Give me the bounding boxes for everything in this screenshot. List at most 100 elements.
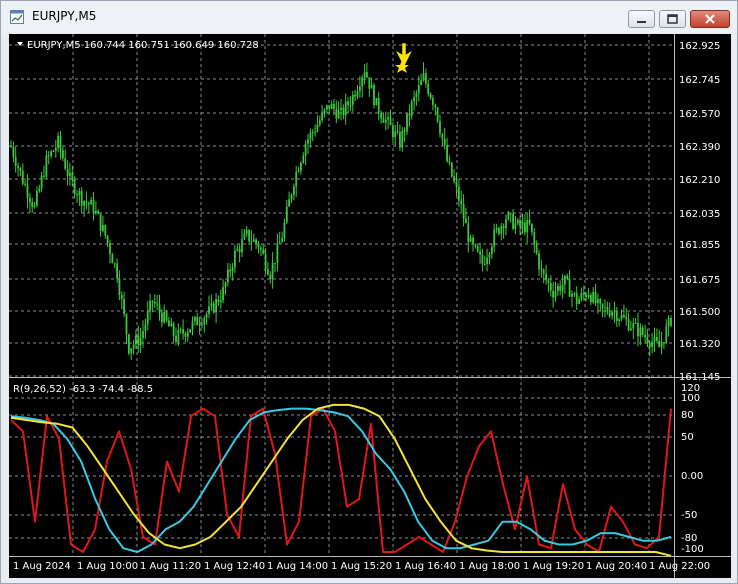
candle-body [382,118,385,123]
candle-body [538,253,540,269]
candle-body [394,131,397,137]
price-tick: 162.210 [679,175,720,186]
candle-body [158,304,161,313]
candle-body [85,201,88,203]
candle-body [95,210,97,213]
candle-body [507,213,510,220]
indicator-axis[interactable]: 120 100 80 50 0.00 -50 -80 -100 [681,383,704,555]
candle-body [80,191,83,206]
candle-body [217,299,220,303]
candle-body [184,333,187,337]
candle-body [599,299,602,304]
candle-body [644,334,646,338]
candle-body [120,295,123,299]
price-tick: 161.855 [679,240,720,251]
candle-body [285,206,288,223]
candle-body [408,113,411,116]
candle-body [227,269,229,283]
candle-body [387,117,389,120]
candle-body [436,107,439,122]
candle-body [502,226,505,229]
time-tick: 1 Aug 11:20 [140,561,201,572]
candle-body [557,285,559,291]
indicator-tick: 0.00 [681,471,703,482]
candle-body [62,150,64,159]
candle-body [540,268,543,270]
candle-body [354,94,356,97]
candle-body [156,303,158,305]
candle-body [323,109,326,113]
candle-body [271,262,274,279]
candle-body [344,101,347,116]
candle-body [123,299,125,315]
candle-body [545,273,547,281]
candle-body [450,162,453,177]
candle-body [458,186,460,201]
candle-body [144,324,147,332]
title-bar[interactable]: EURJPY,M5 [1,1,737,33]
candle-body [116,263,118,279]
candle-body [243,233,246,240]
close-icon [705,14,715,24]
time-axis[interactable]: 1 Aug 2024 1 Aug 10:00 1 Aug 11:20 1 Aug… [13,561,710,572]
candle-body [465,218,467,224]
price-tick: 161.500 [679,307,720,318]
time-tick: 1 Aug 10:00 [77,561,138,572]
time-tick: 1 Aug 16:40 [395,561,456,572]
candle-body [594,292,597,303]
candle-body [248,229,250,242]
candle-body [17,166,19,168]
candle-body [300,162,302,171]
candle-body [262,249,265,254]
time-tick: 1 Aug 18:00 [459,561,520,572]
chart-canvas[interactable]: EURJPY,M5 160.744 160.751 160.649 160.72… [9,34,731,578]
candle-body [64,158,67,169]
indicator-tick: 50 [681,432,694,443]
time-tick: 1 Aug 22:00 [649,561,710,572]
price-tick: 162.035 [679,209,720,220]
candle-body [318,120,321,125]
candle-body [186,332,189,337]
candle-body [311,132,314,133]
candle-body [561,284,564,291]
candle-body [274,262,276,264]
indicator-tick: 100 [681,393,700,404]
maximize-button[interactable] [659,10,686,28]
candle-body [316,124,319,132]
candle-body [59,135,62,151]
candle-body [40,175,43,189]
price-axis[interactable]: 162.925 162.745 162.570 162.390 162.210 … [679,41,720,383]
candle-body [472,237,474,245]
candle-body [337,109,340,119]
trade-marker[interactable] [395,43,412,73]
close-button[interactable] [690,10,730,28]
candle-body [615,311,618,321]
candle-body [278,242,281,244]
candle-body [283,222,286,239]
candle-body [585,294,587,298]
candle-body [373,85,375,106]
price-tick: 162.745 [679,75,720,86]
minimize-icon [637,21,646,23]
candle-body [97,210,100,214]
candle-body [43,175,45,177]
candle-body [439,121,441,134]
window-title: EURJPY,M5 [32,9,97,23]
candle-body [660,342,663,347]
candle-body [47,155,50,157]
chart-area[interactable]: EURJPY,M5 160.744 160.751 160.649 160.72… [9,34,731,578]
candle-body [210,303,213,307]
candle-body [267,269,269,275]
candle-body [658,340,661,348]
candle-body [170,323,173,327]
candle-body [413,96,415,102]
minimize-button[interactable] [628,10,655,28]
candle-body [179,329,182,331]
candle-body [260,247,262,250]
candle-body [403,130,406,132]
candle-body [99,214,102,231]
candle-body [639,327,642,337]
candle-body [427,83,430,94]
candle-body [580,293,583,299]
candle-body [349,104,352,106]
